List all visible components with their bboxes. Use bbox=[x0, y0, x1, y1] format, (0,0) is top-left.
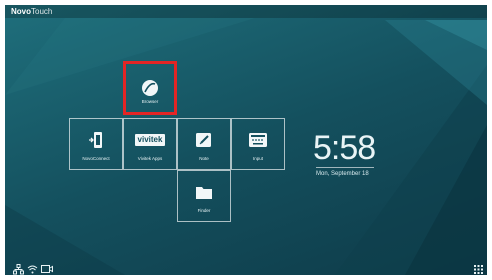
brand-name-light: Touch bbox=[31, 7, 53, 16]
app-tile-novoconnect[interactable]: NovoConnect bbox=[69, 118, 123, 170]
vivitek-logo: vivitek bbox=[124, 130, 176, 150]
app-tile-vivitek-apps[interactable]: vivitek Vivitek Apps bbox=[123, 118, 177, 170]
brand-name-bold: Novo bbox=[11, 7, 31, 16]
folder-icon bbox=[178, 182, 230, 202]
app-tile-note[interactable]: Note bbox=[177, 118, 231, 170]
app-label-finder: Finder bbox=[197, 208, 211, 213]
network-icon[interactable] bbox=[13, 263, 24, 275]
app-label-vivitek-apps: Vivitek Apps bbox=[137, 156, 163, 161]
clock-date: Mon, September 18 bbox=[316, 171, 369, 177]
screen-share-icon[interactable] bbox=[41, 263, 53, 275]
app-label-note: Note bbox=[199, 156, 209, 161]
vivitek-logo-text: vivitek bbox=[134, 134, 166, 146]
globe-icon bbox=[126, 78, 174, 98]
novoconnect-icon bbox=[70, 130, 122, 150]
clock-time: 5:58 bbox=[313, 129, 376, 167]
wifi-icon[interactable] bbox=[27, 263, 38, 275]
app-tile-input[interactable]: Input bbox=[231, 118, 285, 170]
app-tile-finder[interactable]: Finder bbox=[177, 170, 231, 222]
clock-divider bbox=[316, 167, 374, 168]
app-grid-icon[interactable] bbox=[474, 263, 483, 275]
note-pen-icon bbox=[178, 130, 230, 150]
desktop-screen: NovoTouch Browser NovoConnect vivitek Vi… bbox=[5, 5, 487, 275]
brand-logo: NovoTouch bbox=[11, 6, 52, 17]
app-label-browser: Browser bbox=[141, 99, 159, 104]
app-tile-browser[interactable]: Browser bbox=[123, 61, 177, 115]
top-status-bar: NovoTouch bbox=[5, 5, 487, 18]
input-keyboard-icon bbox=[232, 130, 284, 150]
app-label-novoconnect: NovoConnect bbox=[82, 156, 110, 161]
app-label-input: Input bbox=[252, 156, 263, 161]
